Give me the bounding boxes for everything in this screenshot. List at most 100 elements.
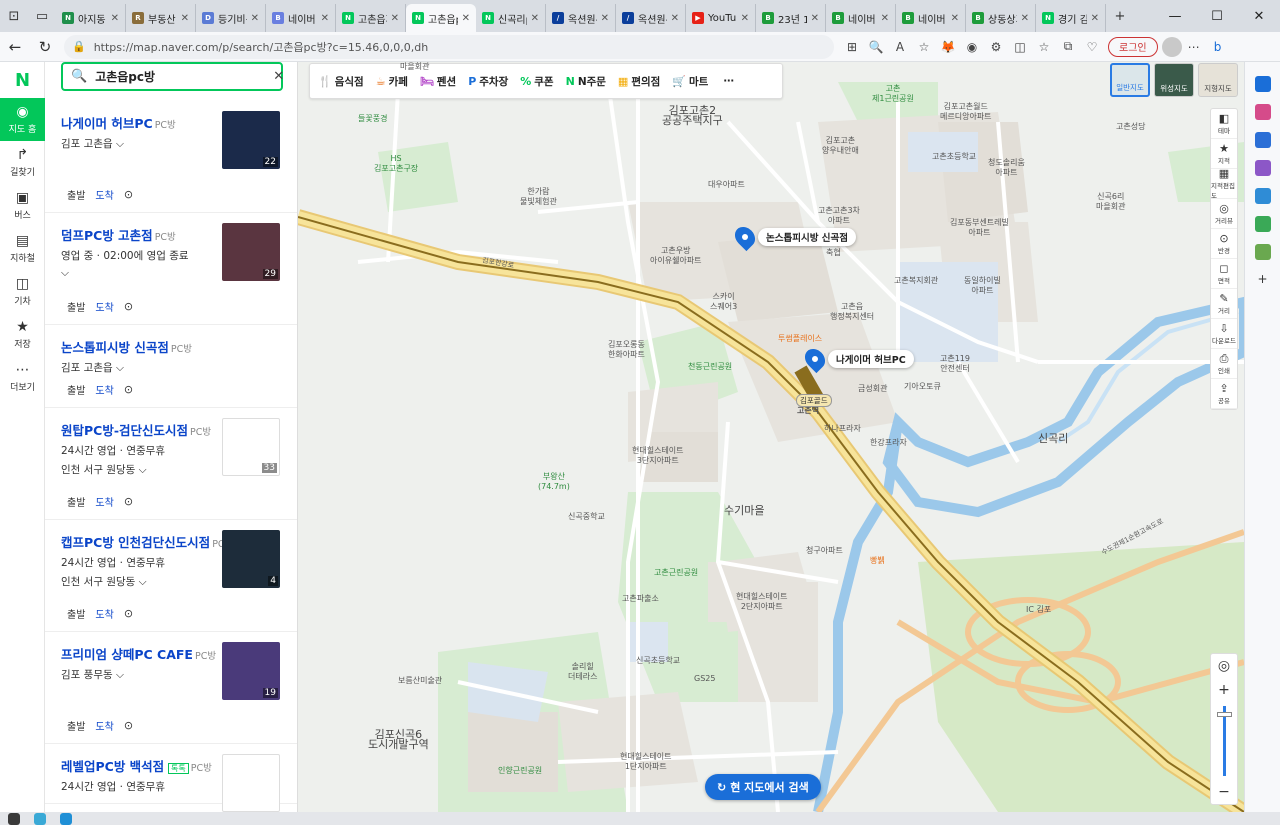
browser-tab[interactable]: / 옥션원-경 ✕: [616, 4, 686, 32]
arrive-button[interactable]: 도착: [95, 718, 113, 733]
result-thumbnail[interactable]: 4: [222, 530, 280, 588]
browser-tab[interactable]: B 네이버 블 ✕: [896, 4, 966, 32]
naver-logo[interactable]: N: [0, 62, 45, 98]
result-thumbnail[interactable]: 33: [222, 418, 280, 476]
search-this-area-button[interactable]: ↻ 현 지도에서 검색: [705, 774, 821, 800]
browser-tab[interactable]: ▶ YouTube ✕: [686, 4, 756, 32]
result-item[interactable]: 캡프PC방 인천검단신도시점PC방24시간 영업 · 연중무휴인천 서구 원당동…: [45, 520, 297, 632]
refresh-icon[interactable]: ↻: [30, 32, 60, 62]
map-tool-button[interactable]: ★ 지적: [1211, 139, 1237, 169]
map-tool-button[interactable]: ◎ 거리뷰: [1211, 199, 1237, 229]
extensions-icon[interactable]: ♡: [1080, 35, 1104, 59]
clear-search-icon[interactable]: ✕: [273, 69, 284, 84]
browser-tab[interactable]: B 상동상가 ✕: [966, 4, 1036, 32]
tab-close-icon[interactable]: ✕: [531, 13, 539, 24]
result-thumbnail[interactable]: 29: [222, 223, 280, 281]
zoom-slider-knob[interactable]: [1216, 712, 1232, 717]
taskbar-edge-icon[interactable]: [60, 812, 72, 825]
tab-close-icon[interactable]: ✕: [321, 13, 329, 24]
category-chip[interactable]: 🛒 마트: [672, 74, 708, 89]
map-tool-button[interactable]: ⇩ 다운로드: [1211, 319, 1237, 349]
map-type-normal[interactable]: 일반지도: [1110, 63, 1150, 97]
zoom-slider[interactable]: [1216, 706, 1232, 776]
login-button[interactable]: 로그인: [1108, 36, 1158, 57]
arrive-button[interactable]: 도착: [95, 494, 113, 509]
result-item[interactable]: 나게이머 허브PC PC방 김포 고촌읍 ⌵ 출발 도착 ⊙ 22: [45, 101, 297, 213]
new-tab-button[interactable]: +: [1106, 2, 1134, 30]
category-chip[interactable]: % 쿠폰: [520, 74, 553, 89]
more-icon[interactable]: ⋯: [1182, 35, 1206, 59]
category-chip[interactable]: 🍴 음식점: [318, 74, 364, 89]
map-tool-button[interactable]: ◻ 면적: [1211, 259, 1237, 289]
tab-close-icon[interactable]: ✕: [881, 13, 889, 24]
rail-item[interactable]: ▤ 지하철: [0, 227, 45, 270]
result-item[interactable]: 원탑PC방-검단신도시점 PC방 24시간 영업 · 연중무휴 인천 서구 원당동 ⌵…: [45, 408, 297, 520]
browser-tab[interactable]: N 아지동 대 ✕: [56, 4, 126, 32]
tab-close-icon[interactable]: ✕: [951, 13, 959, 24]
tab-close-icon[interactable]: ✕: [181, 13, 189, 24]
result-item[interactable]: 덤프PC방 고촌점 PC방 영업 중 · 02:00에 영업 종료 ⌵ 출발 도착 ⊙ 29: [45, 213, 297, 325]
tab-close-icon[interactable]: ✕: [251, 13, 259, 24]
depart-button[interactable]: 출발: [67, 382, 85, 397]
arrive-button[interactable]: 도착: [95, 606, 113, 621]
url-field[interactable]: 🔒 https://map.naver.com/p/search/고촌읍pc방?…: [64, 34, 834, 59]
tab-close-icon[interactable]: ✕: [601, 13, 609, 24]
back-icon[interactable]: ←: [0, 32, 30, 62]
depart-button[interactable]: 출발: [67, 606, 85, 621]
read-aloud-icon[interactable]: A: [888, 35, 912, 59]
sidebar-add-icon[interactable]: +: [1255, 272, 1271, 288]
browser-tab[interactable]: N 경기 김포 ✕: [1036, 4, 1106, 32]
sidebar-office-icon[interactable]: [1254, 160, 1271, 176]
arrive-button[interactable]: 도착: [95, 382, 113, 397]
rail-item[interactable]: ▣ 버스: [0, 184, 45, 227]
category-chip[interactable]: ⋯: [720, 75, 734, 87]
category-chip[interactable]: ☕ 카페: [376, 74, 408, 89]
map-type-satellite[interactable]: 위성지도: [1154, 63, 1194, 97]
profile-avatar[interactable]: [1161, 36, 1182, 57]
app-grid-icon[interactable]: ⊞: [840, 35, 864, 59]
arrive-button[interactable]: 도착: [95, 299, 113, 314]
copilot-icon[interactable]: b: [1206, 35, 1230, 59]
zoom-icon[interactable]: 🔍: [864, 35, 888, 59]
map-tool-button[interactable]: ✎ 거리: [1211, 289, 1237, 319]
location-pin-icon[interactable]: ⊙: [124, 300, 133, 313]
browser-tab[interactable]: B 네이버 블 ✕: [826, 4, 896, 32]
browser-tab[interactable]: N 신곡리pc ✕: [476, 4, 546, 32]
extension2-icon[interactable]: ◉: [960, 35, 984, 59]
result-thumbnail[interactable]: 22: [222, 111, 280, 169]
zoom-in-button[interactable]: +: [1218, 678, 1230, 702]
depart-button[interactable]: 출발: [67, 494, 85, 509]
url-text[interactable]: https://map.naver.com/p/search/고촌읍pc방?c=…: [94, 39, 834, 55]
map-tool-button[interactable]: ▦ 지적편집도: [1211, 167, 1237, 200]
browser-tab[interactable]: N 고촌읍pc ✕: [406, 4, 476, 32]
place-marker[interactable]: 논스톱피시방 신곡점: [730, 222, 856, 252]
sidebar-games-icon[interactable]: [1254, 244, 1271, 260]
my-location-icon[interactable]: ◎: [1218, 654, 1230, 678]
result-thumbnail[interactable]: 19: [222, 642, 280, 700]
arrive-button[interactable]: 도착: [95, 187, 113, 202]
sidebar-shopping-icon[interactable]: [1254, 104, 1271, 120]
browser-tab[interactable]: B 23년 10월 ✕: [756, 4, 826, 32]
extension3-icon[interactable]: ⚙: [984, 35, 1008, 59]
location-pin-icon[interactable]: ⊙: [124, 495, 133, 508]
location-pin-icon[interactable]: ⊙: [124, 719, 133, 732]
result-item[interactable]: 프리미엄 샹떼PC CAFE PC방 김포 풍무동 ⌵ 출발 도착 ⊙ 19: [45, 632, 297, 744]
extension-icon[interactable]: 🦊: [936, 35, 960, 59]
tab-close-icon[interactable]: ✕: [1021, 13, 1029, 24]
rail-item[interactable]: ★ 저장: [0, 313, 45, 356]
category-chip[interactable]: N N주문: [566, 74, 606, 89]
browser-menu-icon[interactable]: ⊡: [0, 2, 28, 30]
marker-label[interactable]: 나게이머 허브PC: [828, 350, 914, 368]
browser-tab[interactable]: R 부동산 대 ✕: [126, 4, 196, 32]
tab-close-icon[interactable]: ✕: [1091, 13, 1099, 24]
taskbar-app-icon[interactable]: [8, 812, 20, 825]
search-box[interactable]: 🔍 ✕: [61, 62, 284, 91]
tab-close-icon[interactable]: ✕: [111, 13, 119, 24]
category-chip[interactable]: P 주차장: [468, 74, 508, 89]
result-item[interactable]: 레벨업PC방 백석점 톡톡 PC방 24시간 영업 · 연중무휴: [45, 744, 297, 812]
tab-close-icon[interactable]: ✕: [391, 13, 399, 24]
category-chip[interactable]: 🛏 펜션: [420, 74, 456, 89]
tab-actions-icon[interactable]: ▭: [28, 2, 56, 30]
map-type-terrain[interactable]: 지형지도: [1198, 63, 1238, 97]
map-tool-button[interactable]: ◧ 테마: [1211, 109, 1237, 139]
